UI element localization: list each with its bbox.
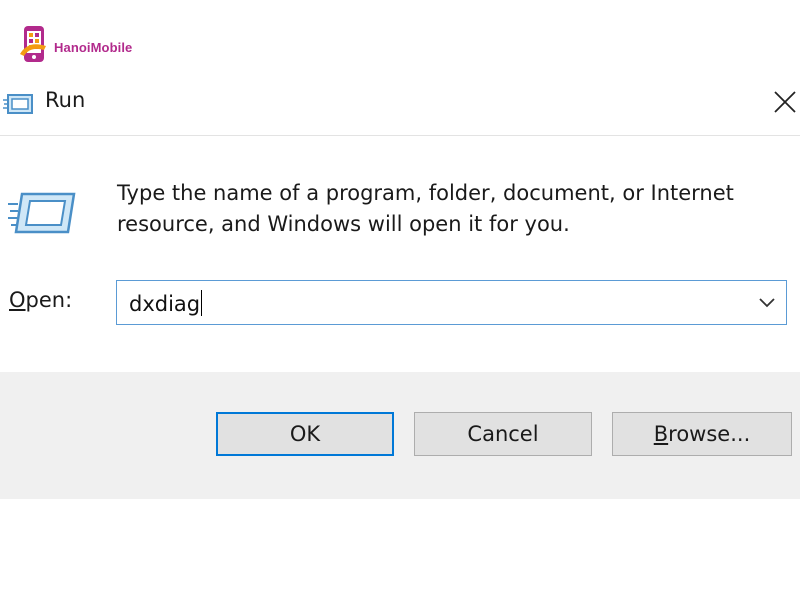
watermark-brand-text: HanoiMobile <box>54 39 133 55</box>
run-dialog: Run Type the name of a program, folder, … <box>0 78 800 499</box>
text-caret <box>201 290 203 316</box>
watermark-logo: HanoiMobile <box>18 24 132 70</box>
open-input-value: dxdiag <box>129 292 201 316</box>
open-label-rest: pen: <box>25 288 73 312</box>
close-button[interactable] <box>770 87 800 117</box>
ok-button[interactable]: OK <box>216 412 394 456</box>
cancel-button[interactable]: Cancel <box>414 412 592 456</box>
hanoimobile-logo-icon <box>20 26 46 62</box>
browse-button-label-rest: rowse... <box>668 422 751 446</box>
browse-button-mnemonic: B <box>653 422 669 446</box>
dropdown-button[interactable] <box>756 293 778 313</box>
open-label: Open: <box>9 288 72 312</box>
dialog-description: Type the name of a program, folder, docu… <box>117 181 734 236</box>
close-icon <box>774 91 796 113</box>
open-label-mnemonic: O <box>9 288 26 312</box>
open-combobox[interactable]: dxdiag <box>116 280 787 325</box>
ok-button-label: OK <box>289 422 321 446</box>
open-input[interactable]: dxdiag <box>129 290 203 316</box>
run-app-icon <box>3 92 35 122</box>
run-large-icon <box>8 190 78 240</box>
button-bar: OK Cancel Browse... <box>0 372 800 499</box>
screenshot-page: HanoiMobile Run Type the name of a progr… <box>0 0 800 600</box>
dialog-title: Run <box>45 88 86 112</box>
cancel-button-label: Cancel <box>467 422 539 446</box>
chevron-down-icon <box>759 298 775 308</box>
title-bar[interactable]: Run <box>0 78 800 136</box>
browse-button[interactable]: Browse... <box>612 412 792 456</box>
